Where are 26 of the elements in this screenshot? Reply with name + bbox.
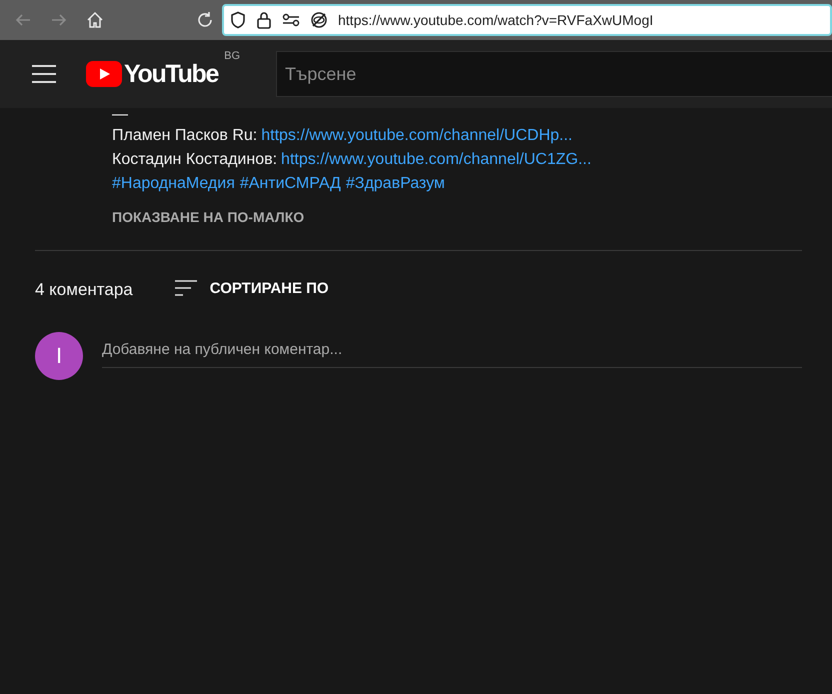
hashtag-link[interactable]: #АнтиСМРАД (240, 172, 341, 196)
reload-icon[interactable] (196, 11, 214, 29)
permissions-icon[interactable] (282, 13, 300, 27)
comment-count: 4 коментара (35, 280, 133, 300)
sort-button[interactable]: СОРТИРАНЕ ПО (174, 279, 329, 297)
lock-icon (256, 11, 272, 29)
menu-icon[interactable] (32, 65, 56, 83)
description-line: Пламен Пасков Ru: https://www.youtube.com/channel/UCDHp... (112, 126, 574, 146)
region-label: BG (224, 50, 240, 62)
description-line: Костадин Костадинов: https://www.youtube.com/channel/UC1ZG... (112, 150, 592, 170)
logo-wordmark[interactable]: YouTube (124, 60, 218, 88)
channel-link[interactable]: https://www.youtube.com/channel/UC1ZG... (281, 151, 592, 168)
play-logo-icon[interactable] (86, 61, 122, 87)
address-bar[interactable]: https://www.youtube.com/watch?v=RVFaXwUMogI (222, 4, 832, 36)
home-icon[interactable] (86, 11, 104, 29)
hashtag-link[interactable]: #ЗдравРазум (346, 172, 445, 196)
separator-text: — (112, 106, 129, 124)
shield-icon (230, 11, 246, 29)
sort-icon (174, 279, 198, 297)
avatar: I (35, 332, 83, 380)
tracking-blocked-icon[interactable] (310, 11, 328, 29)
channel-link[interactable]: https://www.youtube.com/channel/UCDHp... (261, 127, 572, 144)
show-less-button[interactable]: ПОКАЗВАНЕ НА ПО-МАЛКО (112, 207, 304, 227)
search-field[interactable]: Търсене (276, 51, 832, 97)
comment-field[interactable]: Добавяне на публичен коментар... (102, 332, 802, 368)
hashtag-link[interactable]: #НароднаМедия (112, 172, 235, 196)
